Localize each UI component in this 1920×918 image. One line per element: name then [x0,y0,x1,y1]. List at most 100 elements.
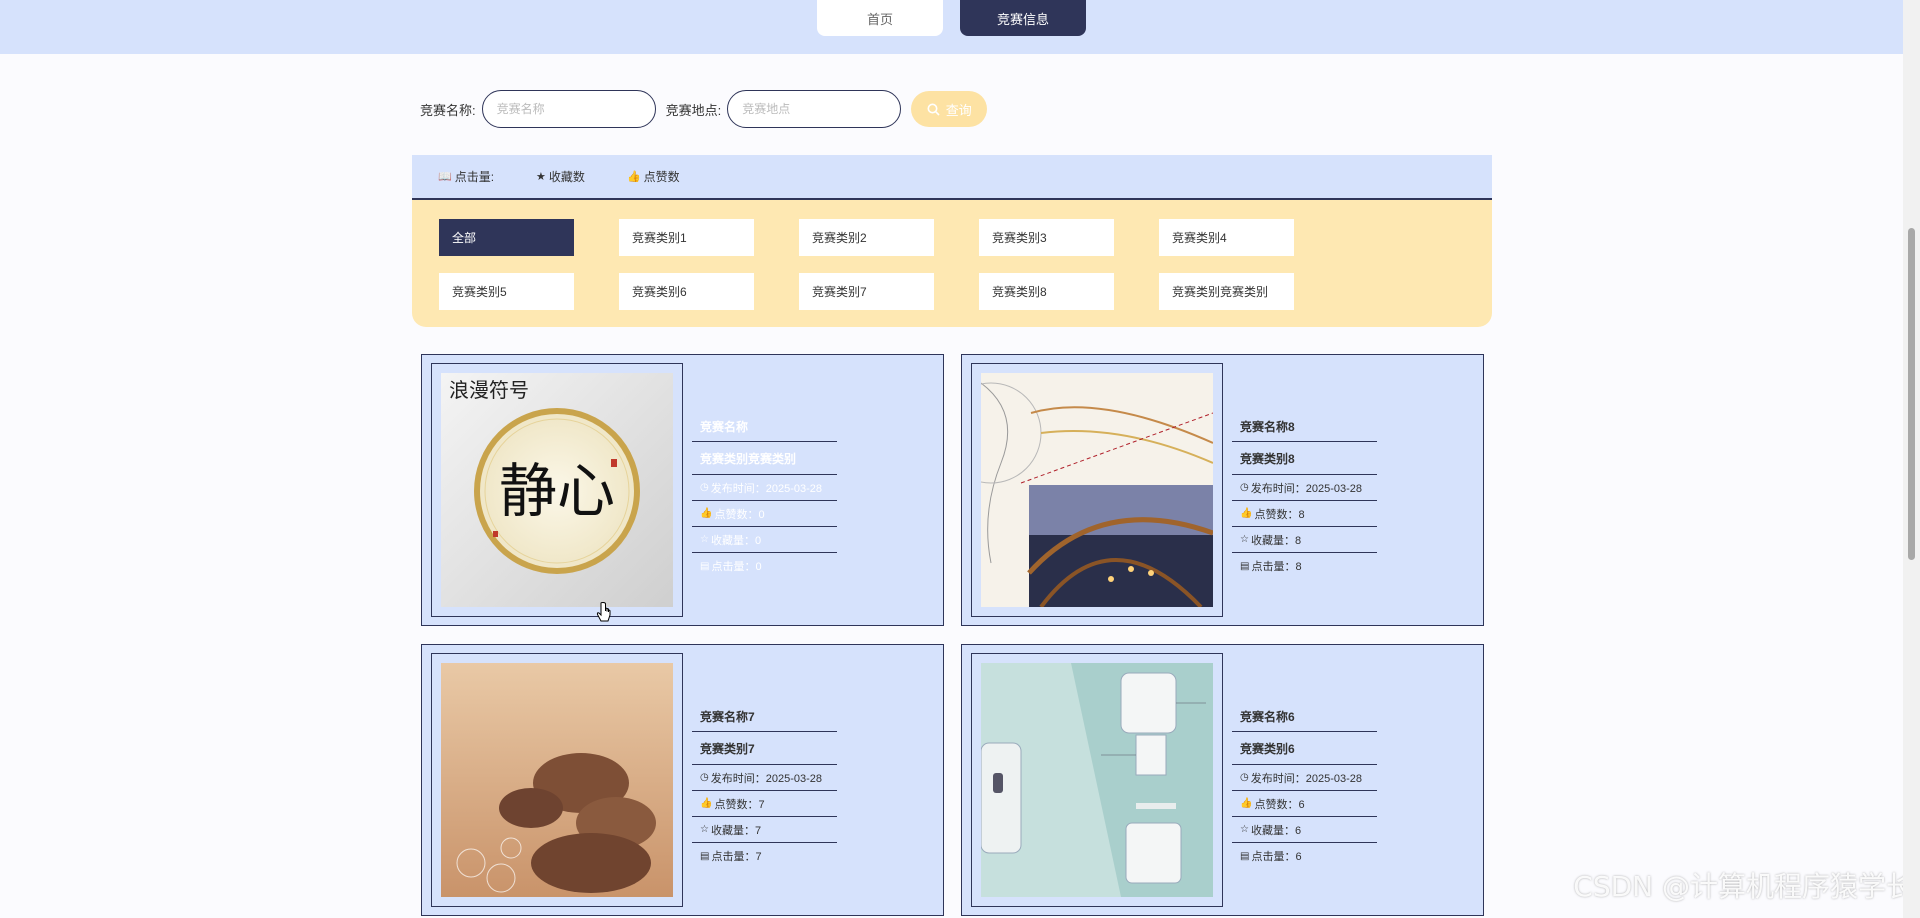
card-title[interactable]: 竞赛名称6 [1232,701,1377,732]
card-favorites: ☆ 收藏量：7 [692,817,837,843]
sort-likes[interactable]: 👍 点赞数 [627,168,680,185]
publish-text: 发布时间：2025-03-28 [710,772,823,785]
clicks-text: 点击量：7 [711,851,762,863]
contest-card[interactable]: 竞赛名称6 竞赛类别6 ◷ 发布时间：2025-03-28 👍 点赞数：6 ☆ 收藏量… [961,644,1484,916]
book-icon: ▤ [1240,560,1250,572]
card-favorites: ☆ 收藏量：0 [692,527,837,553]
category-item[interactable]: 竞赛类别8 [979,273,1114,310]
book-icon: ▤ [1240,850,1250,862]
card-clicks: ▤ 点击量：8 [1232,553,1377,579]
card-favorites: ☆ 收藏量：6 [1232,817,1377,843]
nav-contest-info[interactable]: 竞赛信息 [960,0,1086,36]
card-info: 竞赛名称6 竞赛类别6 ◷ 发布时间：2025-03-28 👍 点赞数：6 ☆ 收藏量… [1232,701,1377,869]
category-item[interactable]: 竞赛类别1 [619,219,754,256]
category-item[interactable]: 竞赛类别2 [799,219,934,256]
contest-name-label: 竞赛名称: [420,102,476,118]
publish-text: 发布时间：2025-03-28 [1250,772,1363,785]
category-item[interactable]: 竞赛类别5 [439,273,574,310]
book-icon: ▤ [700,560,710,572]
book-icon: ▤ [700,850,710,862]
clock-icon: ◷ [1240,482,1249,493]
contest-image[interactable] [441,663,673,897]
contest-place-input[interactable] [727,90,902,128]
category-item[interactable]: 竞赛类别3 [979,219,1114,256]
contest-card[interactable]: 浪漫符号 静心 竞赛名称 竞赛类别竞赛类别 ◷ 发布时间：2025-03-28 👍… [421,354,944,626]
contest-image[interactable]: 浪漫符号 静心 [441,373,673,607]
sort-clicks-label: 点击量: [454,170,495,184]
card-image-frame: 浪漫符号 静心 [431,363,683,617]
thumbs-up-icon: 👍 [700,508,713,519]
thumbs-up-icon: 👍 [1240,508,1253,519]
nav-home[interactable]: 首页 [817,0,943,36]
card-title[interactable]: 竞赛名称 [692,411,837,442]
contest-image[interactable] [981,373,1213,607]
card-publish-time: ◷ 发布时间：2025-03-28 [1232,765,1377,791]
favorites-text: 收藏量：7 [710,824,762,837]
card-category: 竞赛类别竞赛类别 [692,442,837,475]
favorites-text: 收藏量：6 [1250,824,1302,837]
book-icon: 📖 [438,171,452,183]
clicks-text: 点击量：0 [711,561,762,573]
likes-text: 点赞数：6 [1254,798,1305,811]
sort-likes-label: 点赞数 [643,170,680,184]
likes-text: 点赞数：8 [1254,508,1305,521]
card-category: 竞赛类别8 [1232,442,1377,475]
thumbs-up-icon: 👍 [1240,798,1253,809]
contest-name-input[interactable] [481,90,656,128]
contest-card[interactable]: 竞赛名称7 竞赛类别7 ◷ 发布时间：2025-03-28 👍 点赞数：7 ☆ 收藏量… [421,644,944,916]
card-image-frame [971,363,1223,617]
card-likes: 👍 点赞数：6 [1232,791,1377,817]
csdn-watermark: CSDN @计算机程序猿学长 [1573,870,1914,903]
star-icon: ☆ [700,534,709,545]
category-all[interactable]: 全部 [439,219,574,256]
category-item[interactable]: 竞赛类别7 [799,273,934,310]
card-category: 竞赛类别7 [692,732,837,765]
card-image-frame [431,653,683,907]
publish-text: 发布时间：2025-03-28 [1250,482,1363,495]
clock-icon: ◷ [1240,772,1249,783]
star-icon: ☆ [1240,534,1249,545]
card-info: 竞赛名称 竞赛类别竞赛类别 ◷ 发布时间：2025-03-28 👍 点赞数：0 ☆ 收… [692,411,837,579]
card-favorites: ☆ 收藏量：8 [1232,527,1377,553]
search-button[interactable]: 查询 [911,91,988,127]
card-publish-time: ◷ 发布时间：2025-03-28 [692,475,837,501]
star-icon: ★ [536,171,546,183]
card-info: 竞赛名称7 竞赛类别7 ◷ 发布时间：2025-03-28 👍 点赞数：7 ☆ 收藏量… [692,701,837,869]
publish-text: 发布时间：2025-03-28 [710,482,823,495]
sort-bar: 📖 点击量: ★ 收藏数 👍 点赞数 [412,155,1492,200]
sort-favorites[interactable]: ★ 收藏数 [536,168,585,185]
card-likes: 👍 点赞数：8 [1232,501,1377,527]
favorites-text: 收藏量：8 [1250,534,1302,547]
contest-card[interactable]: 竞赛名称8 竞赛类别8 ◷ 发布时间：2025-03-28 👍 点赞数：8 ☆ 收藏量… [961,354,1484,626]
category-item[interactable]: 竞赛类别4 [1159,219,1294,256]
card-title[interactable]: 竞赛名称8 [1232,411,1377,442]
category-panel: 全部 竞赛类别1 竞赛类别2 竞赛类别3 竞赛类别4 竞赛类别5 竞赛类别6 竞… [412,200,1492,327]
scrollbar-thumb[interactable] [1908,228,1915,560]
star-icon: ☆ [700,824,709,835]
card-publish-time: ◷ 发布时间：2025-03-28 [1232,475,1377,501]
page-scrollbar[interactable] [1903,0,1920,918]
contest-image[interactable] [981,663,1213,897]
clicks-text: 点击量：6 [1251,851,1302,863]
likes-text: 点赞数：7 [714,798,765,811]
category-item[interactable]: 竞赛类别6 [619,273,754,310]
search-button-label: 查询 [945,102,972,118]
search-form: 竞赛名称: 竞赛地点: 查询 [420,90,988,128]
favorites-text: 收藏量：0 [710,534,762,547]
card-clicks: ▤ 点击量：6 [1232,843,1377,869]
likes-text: 点赞数：0 [714,508,765,521]
sort-clicks[interactable]: 📖 点击量: [438,168,494,185]
category-item[interactable]: 竞赛类别竞赛类别 [1159,273,1294,310]
image-title-text: 浪漫符号 [449,378,529,402]
card-info: 竞赛名称8 竞赛类别8 ◷ 发布时间：2025-03-28 👍 点赞数：8 ☆ 收藏量… [1232,411,1377,579]
card-likes: 👍 点赞数：0 [692,501,837,527]
card-image-frame [971,653,1223,907]
clock-icon: ◷ [700,772,709,783]
mouse-cursor-icon [596,602,611,622]
clock-icon: ◷ [700,482,709,493]
thumbs-up-icon: 👍 [626,171,641,183]
contest-place-label: 竞赛地点: [665,102,722,118]
card-title[interactable]: 竞赛名称7 [692,701,837,732]
card-clicks: ▤ 点击量：0 [692,553,837,579]
card-publish-time: ◷ 发布时间：2025-03-28 [692,765,837,791]
